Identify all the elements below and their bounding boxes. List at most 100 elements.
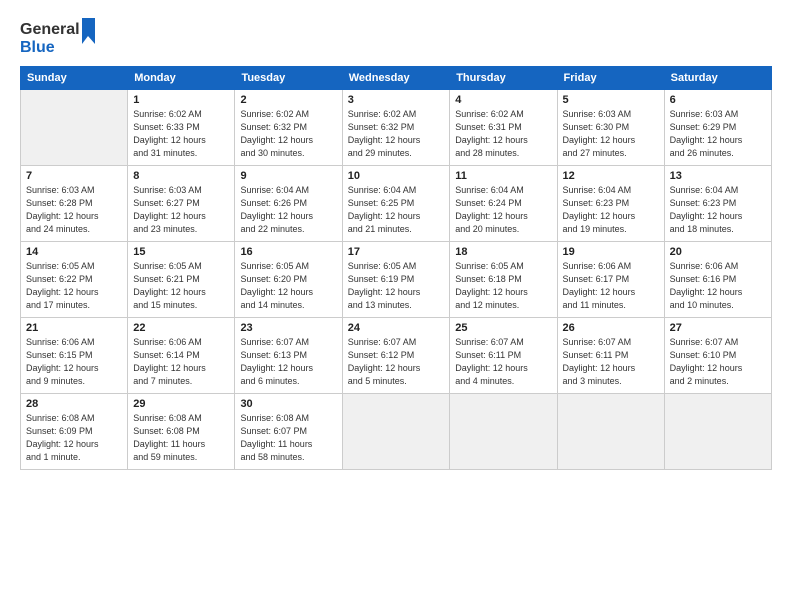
- calendar-cell: 2Sunrise: 6:02 AM Sunset: 6:32 PM Daylig…: [235, 90, 342, 166]
- calendar-cell: 14Sunrise: 6:05 AM Sunset: 6:22 PM Dayli…: [21, 242, 128, 318]
- day-number: 23: [240, 322, 336, 334]
- day-info: Sunrise: 6:03 AM Sunset: 6:30 PM Dayligh…: [563, 108, 659, 160]
- day-info: Sunrise: 6:04 AM Sunset: 6:24 PM Dayligh…: [455, 184, 551, 236]
- day-number: 18: [455, 246, 551, 258]
- day-info: Sunrise: 6:04 AM Sunset: 6:25 PM Dayligh…: [348, 184, 445, 236]
- day-info: Sunrise: 6:07 AM Sunset: 6:12 PM Dayligh…: [348, 336, 445, 388]
- day-number: 17: [348, 246, 445, 258]
- calendar-cell: 6 Sunrise: 6:03 AM Sunset: 6:29 PM Daylig…: [664, 90, 771, 166]
- header: GeneralBlue: [20, 16, 772, 58]
- calendar-week-3: 21 Sunrise: 6:06 AM Sunset: 6:15 PM Dayli…: [21, 318, 772, 394]
- calendar-header-row: SundayMondayTuesdayWednesdayThursdayFrid…: [21, 67, 772, 90]
- calendar-cell: 18Sunrise: 6:05 AM Sunset: 6:18 PM Dayli…: [450, 242, 557, 318]
- day-number: 7: [26, 170, 122, 182]
- calendar-cell: 26Sunrise: 6:07 AM Sunset: 6:11 PM Dayli…: [557, 318, 664, 394]
- day-number: 15: [133, 246, 229, 258]
- calendar-cell: 5 Sunrise: 6:03 AM Sunset: 6:30 PM Daylig…: [557, 90, 664, 166]
- calendar-cell: 23 Sunrise: 6:07 AM Sunset: 6:13 PM Dayli…: [235, 318, 342, 394]
- day-header-wednesday: Wednesday: [342, 67, 450, 90]
- day-info: Sunrise: 6:06 AM Sunset: 6:14 PM Dayligh…: [133, 336, 229, 388]
- day-number: 20: [670, 246, 766, 258]
- calendar-cell: 3Sunrise: 6:02 AM Sunset: 6:32 PM Daylig…: [342, 90, 450, 166]
- logo-svg: GeneralBlue: [20, 16, 100, 58]
- calendar-cell: 13 Sunrise: 6:04 AM Sunset: 6:23 PM Dayli…: [664, 166, 771, 242]
- calendar-cell: 12 Sunrise: 6:04 AM Sunset: 6:23 PM Dayli…: [557, 166, 664, 242]
- day-number: 5: [563, 94, 659, 106]
- day-number: 10: [348, 170, 445, 182]
- calendar-cell: 19 Sunrise: 6:06 AM Sunset: 6:17 PM Dayli…: [557, 242, 664, 318]
- calendar-cell: 29 Sunrise: 6:08 AM Sunset: 6:08 PM Dayli…: [128, 394, 235, 470]
- calendar-week-0: 1 Sunrise: 6:02 AM Sunset: 6:33 PM Daylig…: [21, 90, 772, 166]
- day-info: Sunrise: 6:07 AM Sunset: 6:11 PM Dayligh…: [563, 336, 659, 388]
- calendar-cell: [450, 394, 557, 470]
- calendar-week-2: 14Sunrise: 6:05 AM Sunset: 6:22 PM Dayli…: [21, 242, 772, 318]
- day-number: 30: [240, 398, 336, 410]
- calendar-cell: 20 Sunrise: 6:06 AM Sunset: 6:16 PM Dayli…: [664, 242, 771, 318]
- calendar-cell: 7 Sunrise: 6:03 AM Sunset: 6:28 PM Daylig…: [21, 166, 128, 242]
- calendar-cell: 15Sunrise: 6:05 AM Sunset: 6:21 PM Dayli…: [128, 242, 235, 318]
- day-number: 13: [670, 170, 766, 182]
- calendar-cell: 11 Sunrise: 6:04 AM Sunset: 6:24 PM Dayli…: [450, 166, 557, 242]
- day-number: 6: [670, 94, 766, 106]
- day-number: 29: [133, 398, 229, 410]
- day-number: 11: [455, 170, 551, 182]
- day-info: Sunrise: 6:07 AM Sunset: 6:11 PM Dayligh…: [455, 336, 551, 388]
- day-header-saturday: Saturday: [664, 67, 771, 90]
- calendar-cell: 8 Sunrise: 6:03 AM Sunset: 6:27 PM Daylig…: [128, 166, 235, 242]
- calendar-week-1: 7 Sunrise: 6:03 AM Sunset: 6:28 PM Daylig…: [21, 166, 772, 242]
- day-number: 21: [26, 322, 122, 334]
- day-info: Sunrise: 6:08 AM Sunset: 6:09 PM Dayligh…: [26, 412, 122, 464]
- calendar-cell: 30 Sunrise: 6:08 AM Sunset: 6:07 PM Dayli…: [235, 394, 342, 470]
- day-info: Sunrise: 6:07 AM Sunset: 6:13 PM Dayligh…: [240, 336, 336, 388]
- day-info: Sunrise: 6:06 AM Sunset: 6:16 PM Dayligh…: [670, 260, 766, 312]
- day-info: Sunrise: 6:02 AM Sunset: 6:32 PM Dayligh…: [348, 108, 445, 160]
- day-number: 19: [563, 246, 659, 258]
- day-info: Sunrise: 6:02 AM Sunset: 6:31 PM Dayligh…: [455, 108, 551, 160]
- calendar-cell: 10 Sunrise: 6:04 AM Sunset: 6:25 PM Dayli…: [342, 166, 450, 242]
- calendar-cell: 4 Sunrise: 6:02 AM Sunset: 6:31 PM Daylig…: [450, 90, 557, 166]
- day-info: Sunrise: 6:04 AM Sunset: 6:23 PM Dayligh…: [670, 184, 766, 236]
- day-header-friday: Friday: [557, 67, 664, 90]
- calendar-cell: 25Sunrise: 6:07 AM Sunset: 6:11 PM Dayli…: [450, 318, 557, 394]
- calendar-cell: [342, 394, 450, 470]
- day-info: Sunrise: 6:03 AM Sunset: 6:28 PM Dayligh…: [26, 184, 122, 236]
- day-info: Sunrise: 6:05 AM Sunset: 6:20 PM Dayligh…: [240, 260, 336, 312]
- calendar-cell: 21 Sunrise: 6:06 AM Sunset: 6:15 PM Dayli…: [21, 318, 128, 394]
- day-header-tuesday: Tuesday: [235, 67, 342, 90]
- day-info: Sunrise: 6:05 AM Sunset: 6:22 PM Dayligh…: [26, 260, 122, 312]
- day-number: 4: [455, 94, 551, 106]
- day-number: 1: [133, 94, 229, 106]
- calendar-body: 1 Sunrise: 6:02 AM Sunset: 6:33 PM Daylig…: [21, 90, 772, 470]
- day-header-thursday: Thursday: [450, 67, 557, 90]
- day-info: Sunrise: 6:08 AM Sunset: 6:07 PM Dayligh…: [240, 412, 336, 464]
- calendar-cell: 9Sunrise: 6:04 AM Sunset: 6:26 PM Daylig…: [235, 166, 342, 242]
- day-info: Sunrise: 6:03 AM Sunset: 6:29 PM Dayligh…: [670, 108, 766, 160]
- day-info: Sunrise: 6:06 AM Sunset: 6:17 PM Dayligh…: [563, 260, 659, 312]
- calendar-cell: [664, 394, 771, 470]
- calendar-cell: [557, 394, 664, 470]
- day-info: Sunrise: 6:08 AM Sunset: 6:08 PM Dayligh…: [133, 412, 229, 464]
- calendar-cell: 16 Sunrise: 6:05 AM Sunset: 6:20 PM Dayli…: [235, 242, 342, 318]
- svg-text:General: General: [20, 21, 80, 38]
- day-info: Sunrise: 6:06 AM Sunset: 6:15 PM Dayligh…: [26, 336, 122, 388]
- day-number: 27: [670, 322, 766, 334]
- svg-text:Blue: Blue: [20, 39, 55, 56]
- day-info: Sunrise: 6:02 AM Sunset: 6:32 PM Dayligh…: [240, 108, 336, 160]
- day-number: 12: [563, 170, 659, 182]
- calendar-cell: 1 Sunrise: 6:02 AM Sunset: 6:33 PM Daylig…: [128, 90, 235, 166]
- day-info: Sunrise: 6:05 AM Sunset: 6:19 PM Dayligh…: [348, 260, 445, 312]
- day-header-sunday: Sunday: [21, 67, 128, 90]
- day-number: 8: [133, 170, 229, 182]
- day-number: 24: [348, 322, 445, 334]
- day-info: Sunrise: 6:02 AM Sunset: 6:33 PM Dayligh…: [133, 108, 229, 160]
- day-info: Sunrise: 6:04 AM Sunset: 6:23 PM Dayligh…: [563, 184, 659, 236]
- day-info: Sunrise: 6:04 AM Sunset: 6:26 PM Dayligh…: [240, 184, 336, 236]
- calendar-cell: 27Sunrise: 6:07 AM Sunset: 6:10 PM Dayli…: [664, 318, 771, 394]
- day-info: Sunrise: 6:03 AM Sunset: 6:27 PM Dayligh…: [133, 184, 229, 236]
- calendar-table: SundayMondayTuesdayWednesdayThursdayFrid…: [20, 66, 772, 470]
- day-number: 16: [240, 246, 336, 258]
- calendar-cell: 28Sunrise: 6:08 AM Sunset: 6:09 PM Dayli…: [21, 394, 128, 470]
- calendar-cell: 17 Sunrise: 6:05 AM Sunset: 6:19 PM Dayli…: [342, 242, 450, 318]
- calendar-cell: 24 Sunrise: 6:07 AM Sunset: 6:12 PM Dayli…: [342, 318, 450, 394]
- calendar-cell: 22Sunrise: 6:06 AM Sunset: 6:14 PM Dayli…: [128, 318, 235, 394]
